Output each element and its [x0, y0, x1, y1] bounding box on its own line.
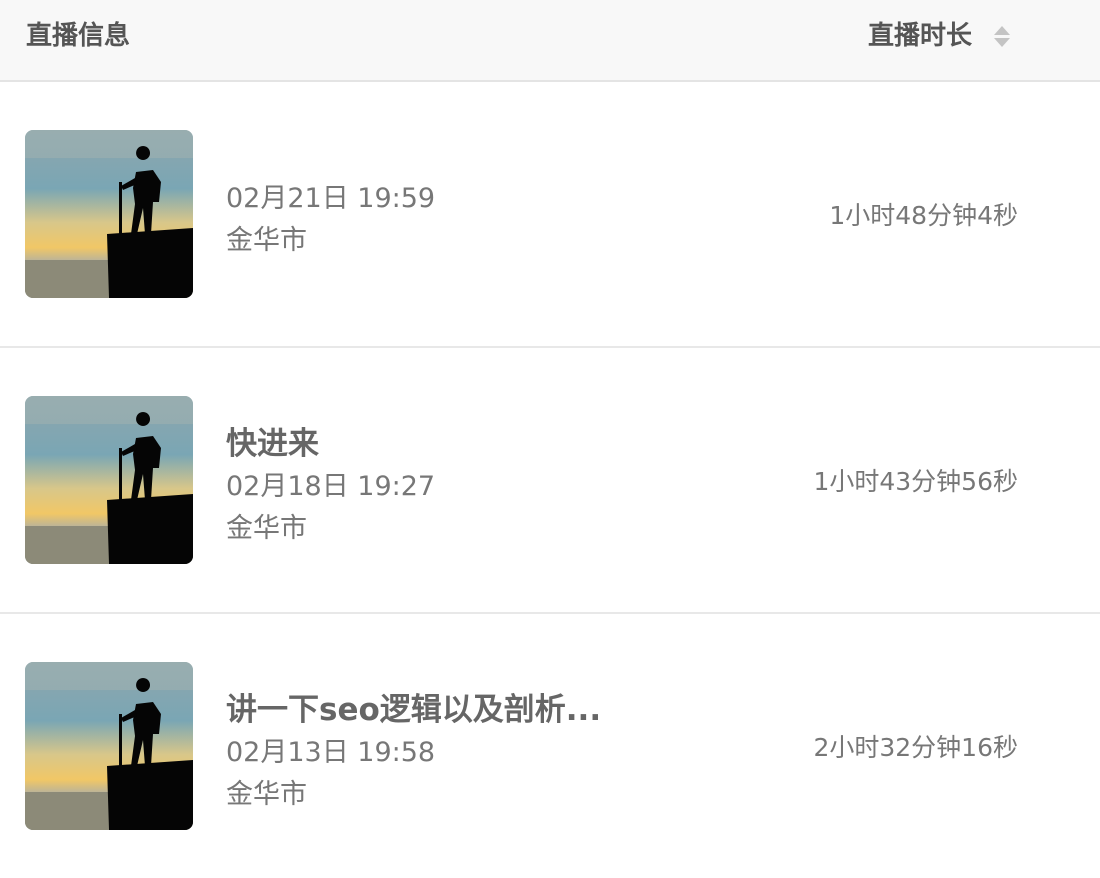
hiker-silhouette-thumbnail-icon	[25, 662, 193, 830]
live-info: 快进来 02月18日 19:27 金华市	[226, 348, 726, 614]
live-date: 02月13日 19:58	[226, 737, 436, 768]
live-city: 金华市	[226, 513, 307, 544]
column-header-duration-label: 直播时长	[868, 21, 973, 51]
live-info: 02月21日 19:59 金华市	[226, 82, 726, 348]
table-row[interactable]: 讲一下seo逻辑以及剖析... 02月13日 19:58 金华市 2小时32分钟…	[0, 614, 1100, 878]
live-thumbnail	[25, 130, 193, 298]
live-city: 金华市	[226, 779, 307, 810]
live-title: 讲一下seo逻辑以及剖析...	[226, 692, 602, 728]
column-header-duration-sort[interactable]: 直播时长	[868, 20, 1011, 52]
live-info: 讲一下seo逻辑以及剖析... 02月13日 19:58 金华市	[226, 614, 726, 878]
live-duration: 1小时48分钟4秒	[829, 201, 1018, 230]
sort-descending-icon[interactable]	[994, 38, 1011, 47]
live-title: 快进来	[226, 426, 319, 462]
live-duration: 1小时43分钟56秒	[813, 467, 1018, 496]
sort-icon[interactable]	[994, 23, 1011, 49]
table-row[interactable]: 快进来 02月18日 19:27 金华市 1小时43分钟56秒	[0, 348, 1100, 614]
live-thumbnail	[25, 396, 193, 564]
table-row[interactable]: 02月21日 19:59 金华市 1小时48分钟4秒	[0, 82, 1100, 348]
live-date: 02月18日 19:27	[226, 471, 436, 502]
hiker-silhouette-thumbnail-icon	[25, 396, 193, 564]
column-header-info: 直播信息	[26, 21, 131, 51]
hiker-silhouette-thumbnail-icon	[25, 130, 193, 298]
live-records-page: 直播信息 直播时长 02月21日 19:59 金华市 1小时48分钟4秒 快进来…	[0, 0, 1100, 878]
table-header: 直播信息 直播时长	[0, 0, 1100, 82]
live-city: 金华市	[226, 225, 307, 256]
sort-ascending-icon[interactable]	[994, 26, 1011, 35]
live-thumbnail	[25, 662, 193, 830]
live-duration: 2小时32分钟16秒	[813, 733, 1018, 762]
live-date: 02月21日 19:59	[226, 183, 436, 214]
